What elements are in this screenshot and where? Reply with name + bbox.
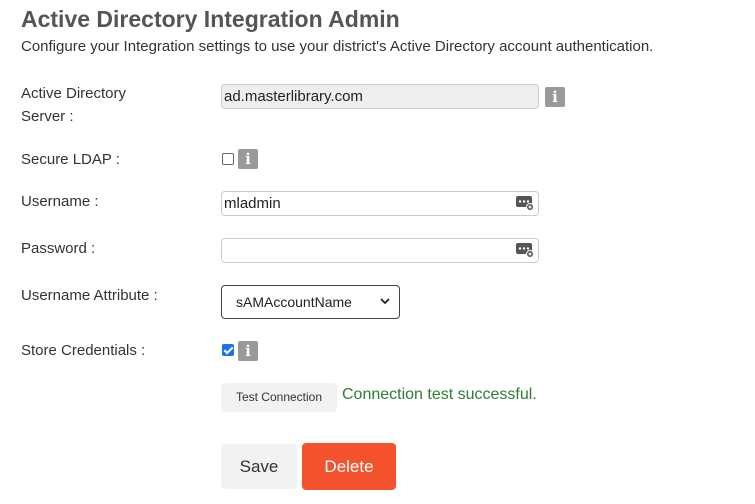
server-label-line1: Active Directory (21, 85, 127, 102)
username-attribute-label: Username Attribute : (21, 287, 158, 304)
username-label: Username : (21, 193, 99, 210)
store-credentials-info-icon[interactable]: i (238, 341, 258, 361)
connection-status-text: Connection test successful. (342, 386, 537, 403)
username-attribute-select[interactable]: sAMAccountName (221, 285, 400, 319)
server-field[interactable]: ad.masterlibrary.com (221, 84, 539, 109)
test-connection-button[interactable]: Test Connection (221, 383, 337, 412)
page-title: Active Directory Integration Admin (21, 6, 400, 32)
save-button[interactable]: Save (221, 444, 297, 489)
server-label: Active Directory Server : (21, 82, 126, 128)
username-field[interactable]: mladmin (221, 191, 539, 216)
chevron-down-icon (380, 298, 390, 305)
store-credentials-checkbox[interactable] (222, 344, 234, 356)
username-password-manager-icon[interactable] (516, 195, 534, 211)
secure-ldap-label: Secure LDAP : (21, 151, 120, 168)
page-subtitle: Configure your Integration settings to u… (21, 38, 654, 55)
password-password-manager-icon[interactable] (516, 242, 534, 258)
server-label-line2: Server : (21, 108, 74, 125)
store-credentials-label: Store Credentials : (21, 342, 146, 359)
username-attribute-selected: sAMAccountName (236, 294, 352, 310)
delete-button[interactable]: Delete (302, 443, 396, 490)
password-field[interactable] (221, 238, 539, 263)
secure-ldap-info-icon[interactable]: i (238, 149, 258, 169)
secure-ldap-checkbox[interactable] (222, 153, 234, 165)
password-label: Password : (21, 240, 96, 257)
server-info-icon[interactable]: i (545, 87, 565, 107)
